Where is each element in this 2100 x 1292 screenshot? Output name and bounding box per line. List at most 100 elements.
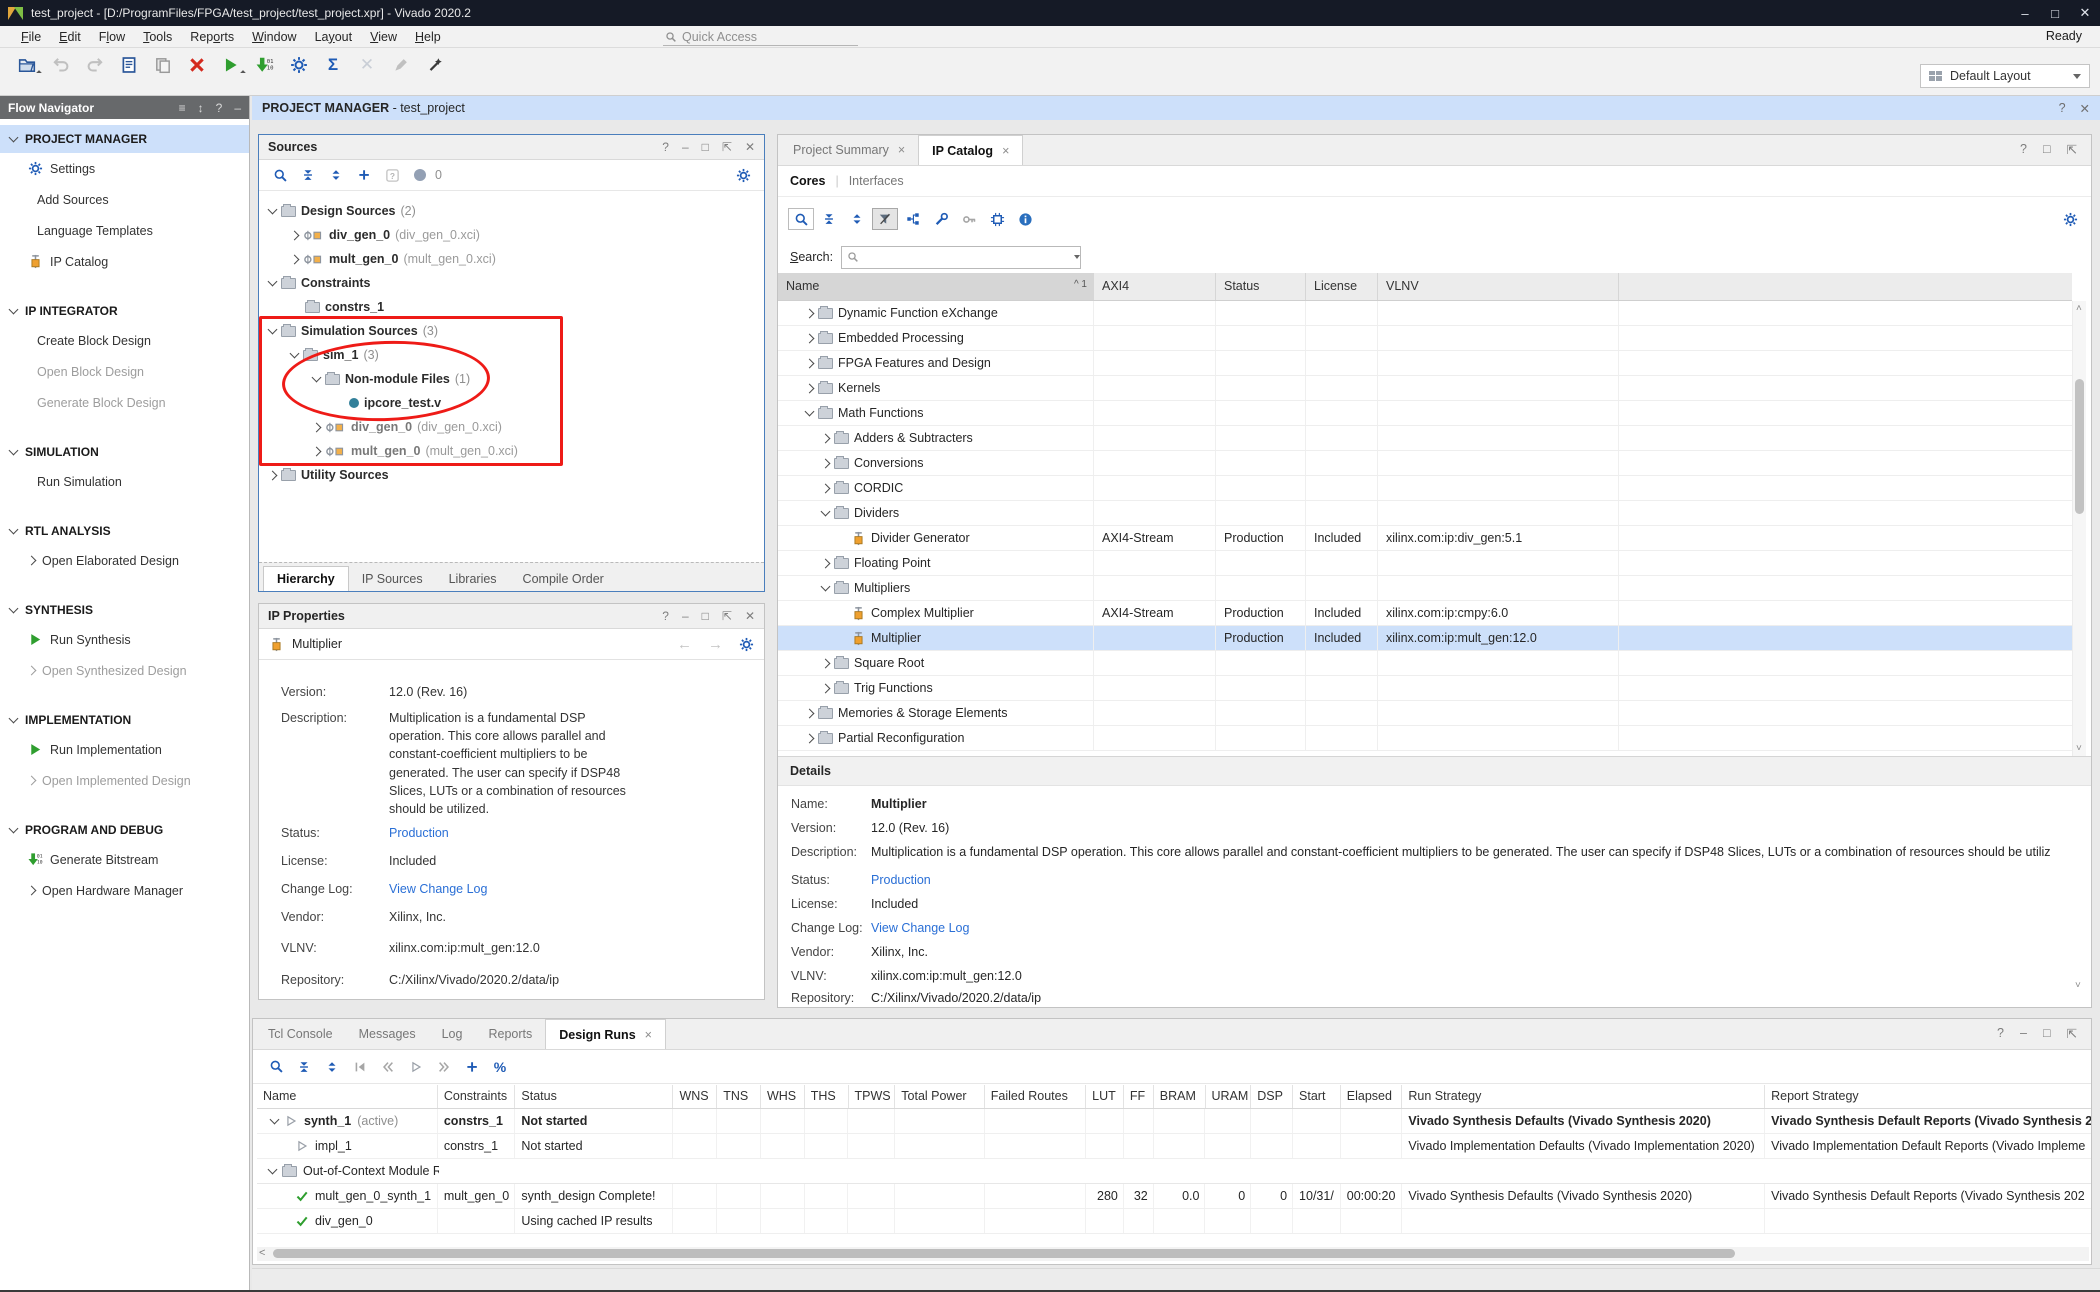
tree-item-utility-sources[interactable]: Utility Sources [269, 463, 389, 487]
column-header-start[interactable]: Start [1293, 1085, 1341, 1108]
sidebar-section-simulation[interactable]: SIMULATION [0, 438, 249, 466]
column-header-vlnv[interactable]: VLNV [1378, 273, 1619, 300]
column-header-name[interactable]: Name [257, 1085, 438, 1108]
scrollbar-thumb[interactable] [273, 1249, 1735, 1258]
chevron-right-icon[interactable] [821, 433, 831, 443]
chevron-right-icon[interactable] [27, 886, 37, 896]
tab-libraries[interactable]: Libraries [436, 567, 510, 591]
design-run-row-div-gen-0[interactable]: div_gen_0Using cached IP results [257, 1209, 2092, 1234]
chevron-right-icon[interactable] [290, 254, 300, 264]
chevron-down-icon[interactable] [9, 714, 19, 724]
chevron-right-icon[interactable] [312, 422, 322, 432]
subtab-interfaces[interactable]: Interfaces [849, 174, 904, 188]
column-header-failed-routes[interactable]: Failed Routes [985, 1085, 1086, 1108]
tab-hierarchy[interactable]: Hierarchy [263, 566, 349, 591]
settings-gear-icon[interactable] [2057, 208, 2083, 230]
chevron-right-icon[interactable] [27, 776, 37, 786]
catalog-row-partial-reconfiguration[interactable]: Partial Reconfiguration [778, 726, 2072, 751]
sidebar-item-settings[interactable]: Settings [0, 153, 249, 184]
catalog-row-divider-generator[interactable]: Divider GeneratorAXI4-StreamProductionIn… [778, 526, 2072, 551]
catalog-row-cordic[interactable]: CORDIC [778, 476, 2072, 501]
catalog-row-embedded-processing[interactable]: Embedded Processing [778, 326, 2072, 351]
float-icon[interactable]: ⇱ [2067, 142, 2077, 157]
horizontal-scrollbar[interactable]: ˂︎ [257, 1247, 2089, 1261]
collapse-all-icon[interactable] [291, 1056, 317, 1078]
column-header-run-strategy[interactable]: Run Strategy [1402, 1085, 1765, 1108]
help-icon[interactable]: ? [662, 609, 669, 623]
chevron-down-icon[interactable] [9, 525, 19, 535]
settings-gear-icon[interactable] [730, 164, 756, 186]
catalog-row-dividers[interactable]: Dividers [778, 501, 2072, 526]
help-icon[interactable]: ? [1997, 1026, 2004, 1041]
column-header-dsp[interactable]: DSP [1251, 1085, 1293, 1108]
customize-wrench-icon[interactable] [928, 208, 954, 230]
maximize-icon[interactable]: □ [2043, 1026, 2051, 1041]
add-run-icon[interactable] [459, 1056, 485, 1078]
forward-arrow-icon[interactable]: → [708, 636, 723, 653]
sidebar-item-open-synthesized-design[interactable]: Open Synthesized Design [0, 655, 249, 686]
column-header-status[interactable]: Status [515, 1085, 673, 1108]
sidebar-item-add-sources[interactable]: Add Sources [0, 184, 249, 215]
minimize-icon[interactable]: – [2020, 1026, 2027, 1041]
percent-icon[interactable]: % [487, 1056, 513, 1078]
chevron-down-icon[interactable] [821, 582, 831, 592]
catalog-row-complex-multiplier[interactable]: Complex MultiplierAXI4-StreamProductionI… [778, 601, 2072, 626]
column-header-license[interactable]: License [1306, 273, 1378, 300]
chevron-down-icon[interactable] [290, 349, 300, 359]
subtab-cores[interactable]: Cores [790, 174, 825, 188]
column-header-ff[interactable]: FF [1124, 1085, 1154, 1108]
scroll-down-icon[interactable]: ˅︎ [2076, 743, 2082, 754]
sidebar-item-open-hardware-manager[interactable]: Open Hardware Manager [0, 875, 249, 906]
chevron-right-icon[interactable] [805, 733, 815, 743]
sidebar-item-open-implemented-design[interactable]: Open Implemented Design [0, 765, 249, 796]
chevron-down-icon[interactable] [9, 824, 19, 834]
menu-layout[interactable]: Layout [306, 28, 362, 46]
expand-icon[interactable]: ↕ [198, 101, 204, 115]
column-header-bram[interactable]: BRAM [1154, 1085, 1206, 1108]
sigma-report-icon[interactable]: Σ [316, 53, 350, 77]
wand-icon[interactable] [418, 53, 452, 77]
menu-help[interactable]: Help [406, 28, 450, 46]
tab-tcl-console[interactable]: Tcl Console [255, 1019, 346, 1049]
chevron-right-icon[interactable] [805, 383, 815, 393]
tree-item-non-module-files[interactable]: Non-module Files (1) [313, 367, 470, 391]
catalog-row-fpga-features-and-design[interactable]: FPGA Features and Design [778, 351, 2072, 376]
column-header-constraints[interactable]: Constraints [438, 1085, 516, 1108]
close-icon[interactable]: ✕ [2080, 101, 2090, 116]
design-run-row-mult-gen-0-synth-1[interactable]: mult_gen_0_synth_1mult_gen_0synth_design… [257, 1184, 2092, 1209]
delete-x-icon[interactable] [180, 53, 214, 77]
float-icon[interactable]: ⇱ [2067, 1026, 2077, 1041]
collapse-all-icon[interactable] [295, 164, 321, 186]
sidebar-item-run-implementation[interactable]: Run Implementation [0, 734, 249, 765]
tab-log[interactable]: Log [429, 1019, 476, 1049]
back-arrow-icon[interactable]: ← [677, 636, 692, 653]
tree-item-div-gen-0[interactable]: div_gen_0 (div_gen_0.xci) [291, 223, 480, 247]
sidebar-item-run-synthesis[interactable]: Run Synthesis [0, 624, 249, 655]
chevron-down-icon[interactable] [268, 325, 278, 335]
chevron-right-icon[interactable] [27, 556, 37, 566]
sidebar-section-rtl-analysis[interactable]: RTL ANALYSIS [0, 517, 249, 545]
sidebar-item-open-elaborated-design[interactable]: Open Elaborated Design [0, 545, 249, 576]
column-header-lut[interactable]: LUT [1086, 1085, 1124, 1108]
search-icon[interactable] [263, 1056, 289, 1078]
chevron-right-icon[interactable] [805, 708, 815, 718]
document-icon[interactable] [112, 53, 146, 77]
open-folder-icon[interactable] [10, 53, 44, 77]
tree-item-constrs-1[interactable]: constrs_1 [291, 295, 384, 319]
sidebar-section-program-and-debug[interactable]: PROGRAM AND DEBUG [0, 816, 249, 844]
search-icon[interactable] [788, 208, 814, 230]
chevron-right-icon[interactable] [821, 458, 831, 468]
maximize-icon[interactable]: □ [702, 140, 709, 154]
chevron-right-icon[interactable] [268, 470, 278, 480]
minimize-icon[interactable]: – [682, 140, 689, 154]
scroll-left-icon[interactable]: ˂︎ [259, 1247, 265, 1259]
pen-disabled-icon[interactable] [384, 53, 418, 77]
catalog-row-math-functions[interactable]: Math Functions [778, 401, 2072, 426]
tree-item-simulation-sources[interactable]: Simulation Sources (3) [269, 319, 438, 343]
chevron-down-icon[interactable] [268, 277, 278, 287]
tab-reports[interactable]: Reports [475, 1019, 545, 1049]
column-header-wns[interactable]: WNS [673, 1085, 717, 1108]
column-header-ths[interactable]: THS [805, 1085, 849, 1108]
help-icon[interactable]: ? [2059, 101, 2066, 116]
column-header-whs[interactable]: WHS [761, 1085, 805, 1108]
